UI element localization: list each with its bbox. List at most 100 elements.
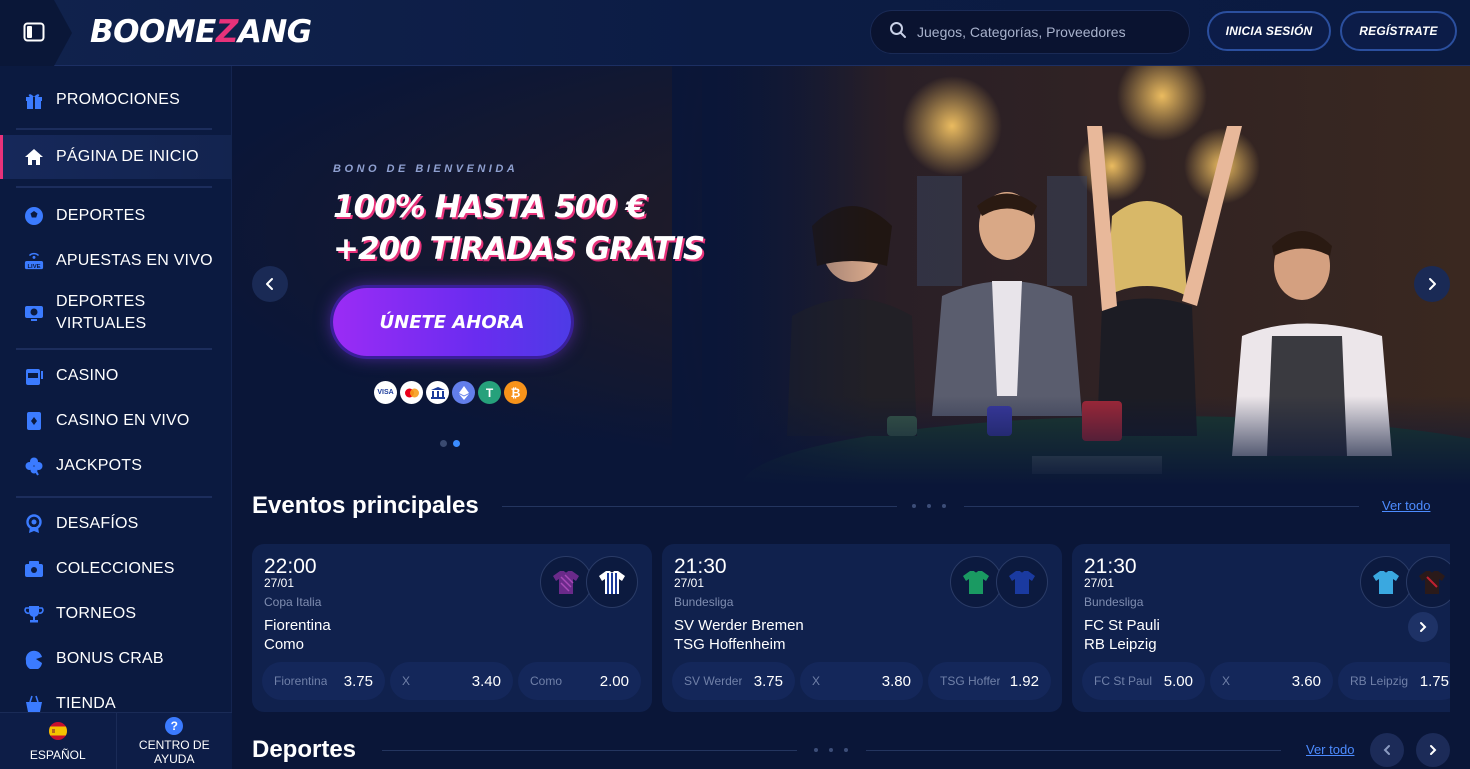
- help-icon: ?: [165, 716, 184, 735]
- sports-prev-button[interactable]: [1370, 733, 1404, 767]
- odds-value: 1.92: [1009, 672, 1039, 690]
- sidebar-item-bonus-crab[interactable]: BONUS CRAB: [0, 637, 232, 681]
- odds-away-button[interactable]: RB Leipzig 1.75: [1338, 662, 1450, 700]
- hero-prev-button[interactable]: [252, 266, 288, 302]
- event-away-team: Como: [264, 636, 305, 653]
- sidebar-item-torneos[interactable]: TORNEOS: [0, 592, 232, 636]
- sidebar-item-label: PÁGINA DE INICIO: [56, 148, 199, 165]
- hero-next-button[interactable]: [1414, 266, 1450, 302]
- odds-home-button[interactable]: SV Werder 3.75: [672, 662, 795, 700]
- event-league: Bundesliga: [1084, 595, 1144, 609]
- sidebar-item-promociones[interactable]: PROMOCIONES: [0, 78, 232, 122]
- sidebar-item-apuestas-en-vivo[interactable]: LIVE APUESTAS EN VIVO: [0, 239, 232, 283]
- odds-away-button[interactable]: TSG Hoffer 1.92: [928, 662, 1051, 700]
- hero-bottom-fade: [232, 396, 1470, 486]
- carousel-dot[interactable]: [440, 440, 447, 447]
- sidebar-item-label: JACKPOTS: [56, 457, 143, 474]
- sidebar-item-colecciones[interactable]: COLECCIONES: [0, 547, 232, 591]
- bitcoin-icon: ₿: [504, 381, 527, 404]
- sidebar-item-casino-en-vivo[interactable]: CASINO EN VIVO: [0, 399, 232, 443]
- sidebar-toggle-icon[interactable]: [22, 20, 46, 44]
- sidebar-item-deportes[interactable]: DEPORTES: [0, 194, 232, 238]
- sidebar-footer: ESPAÑOL ? CENTRO DE AYUDA: [0, 712, 232, 769]
- home-jersey-icon: [950, 556, 1002, 608]
- event-away-team: TSG Hoffenheim: [674, 636, 786, 653]
- odds-value: 3.60: [1291, 672, 1321, 690]
- event-home-team: Fiorentina: [264, 617, 331, 634]
- event-card[interactable]: 21:30 27/01 Bundesliga FC St Pauli RB Le…: [1072, 544, 1450, 712]
- card-next-button[interactable]: [1408, 612, 1438, 642]
- chevron-left-icon: [266, 278, 273, 290]
- sidebar-item-label: APUESTAS EN VIVO: [56, 252, 213, 269]
- event-date: 27/01: [1084, 576, 1115, 590]
- live-icon: LIVE: [24, 251, 44, 271]
- search-input[interactable]: [917, 24, 1177, 40]
- sports-see-all-link[interactable]: Ver todo: [1306, 742, 1354, 757]
- odds-label: Como: [530, 674, 563, 688]
- sidebar-item-casino[interactable]: CASINO: [0, 354, 232, 398]
- language-label: ESPAÑOL: [29, 747, 86, 762]
- section-divider: [866, 750, 1281, 751]
- sidebar-item-label: DEPORTES: [56, 207, 146, 224]
- odds-value: 1.75: [1419, 672, 1449, 690]
- gift-icon: [24, 90, 44, 110]
- visa-icon: VISA: [374, 381, 397, 404]
- event-league: Copa Italia: [264, 595, 322, 609]
- odds-draw-button[interactable]: X 3.40: [390, 662, 513, 700]
- help-label: CENTRO DE AYUDA: [138, 737, 210, 766]
- hero-eyebrow: BONO DE BIENVENIDA: [333, 163, 519, 175]
- away-jersey-icon: [586, 556, 638, 608]
- logo-part-z: Z: [215, 14, 238, 50]
- event-card[interactable]: 21:30 27/01 Bundesliga SV Werder Bremen …: [662, 544, 1062, 712]
- bank-icon: [426, 381, 449, 404]
- language-selector[interactable]: ESPAÑOL: [0, 713, 116, 769]
- odds-draw-button[interactable]: X 3.60: [1210, 662, 1333, 700]
- event-card[interactable]: 22:00 27/01 Copa Italia Fiorentina Como …: [252, 544, 652, 712]
- brand-logo[interactable]: BOOMEZANG: [90, 14, 312, 50]
- search-bar[interactable]: [870, 10, 1190, 54]
- sidebar-item-deportes-virtuales[interactable]: DEPORTES VIRTUALES: [0, 288, 232, 338]
- sidebar-item-inicio[interactable]: PÁGINA DE INICIO: [0, 135, 232, 179]
- odds-label: X: [1222, 674, 1231, 688]
- odds-value: 3.75: [753, 672, 783, 690]
- odds-value: 2.00: [599, 672, 629, 690]
- carousel-dots: [440, 440, 460, 447]
- soccer-ball-icon: [24, 206, 44, 226]
- odds-home-button[interactable]: Fiorentina 3.75: [262, 662, 385, 700]
- odds-label: RB Leipzig: [1350, 674, 1409, 688]
- login-button[interactable]: INICIA SESIÓN: [1207, 11, 1331, 51]
- odds-home-button[interactable]: FC St Paul 5.00: [1082, 662, 1205, 700]
- slot-machine-icon: [24, 366, 44, 386]
- tether-icon: T: [478, 381, 501, 404]
- sidebar-item-label: COLECCIONES: [56, 560, 175, 577]
- event-home-team: SV Werder Bremen: [674, 617, 804, 634]
- logo-part-b: ANG: [237, 14, 312, 50]
- sports-next-button[interactable]: [1416, 733, 1450, 767]
- odds-draw-button[interactable]: X 3.80: [800, 662, 923, 700]
- payment-methods: VISA T ₿: [374, 381, 527, 404]
- sidebar-divider: [16, 128, 212, 130]
- trophy-icon: [24, 604, 44, 624]
- sidebar-divider: [16, 496, 212, 498]
- event-league: Bundesliga: [674, 595, 734, 609]
- sidebar-item-jackpots[interactable]: JACKPOTS: [0, 444, 232, 488]
- odds-away-button[interactable]: Como 2.00: [518, 662, 641, 700]
- register-button[interactable]: REGÍSTRATE: [1340, 11, 1457, 51]
- hero-title: 100% HASTA 500 € +200 TIRADAS GRATIS: [333, 186, 705, 270]
- events-see-all-link[interactable]: Ver todo: [1382, 498, 1430, 513]
- section-divider: [502, 506, 897, 507]
- mastercard-icon: [400, 381, 423, 404]
- hero-title-line2: +200 TIRADAS GRATIS: [333, 231, 705, 267]
- carousel-dot-active[interactable]: [453, 440, 460, 447]
- sidebar-item-label: TORNEOS: [56, 605, 137, 622]
- event-date: 27/01: [674, 576, 705, 590]
- sidebar-item-label: BONUS CRAB: [56, 650, 164, 667]
- live-casino-icon: [24, 411, 44, 431]
- help-center-button[interactable]: ? CENTRO DE AYUDA: [115, 713, 233, 769]
- logo-part-a: BOOME: [90, 14, 216, 50]
- odds-label: SV Werder: [684, 674, 743, 688]
- virtual-sports-icon: [24, 303, 44, 323]
- sidebar-item-desafios[interactable]: DESAFÍOS: [0, 502, 232, 546]
- section-divider: [382, 750, 797, 751]
- join-now-button[interactable]: ÚNETE AHORA: [333, 288, 571, 356]
